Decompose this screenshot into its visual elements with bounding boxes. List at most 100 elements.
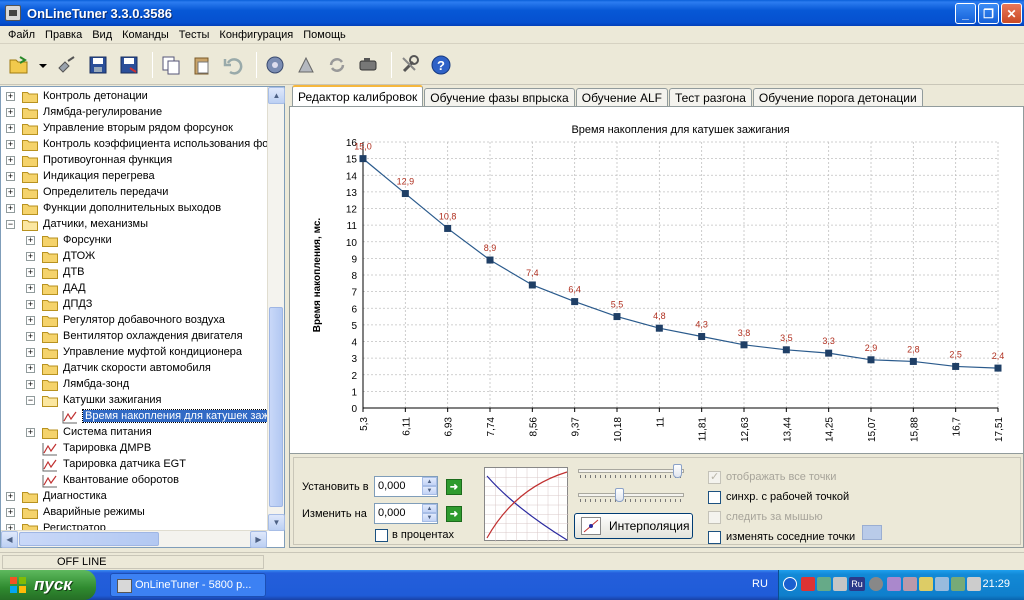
- minimize-button[interactable]: _: [955, 3, 976, 24]
- data-point[interactable]: [867, 356, 875, 364]
- open-icon[interactable]: [6, 52, 32, 78]
- interpolation-button[interactable]: Интерполяция: [574, 513, 693, 539]
- data-point[interactable]: [401, 190, 409, 198]
- data-point[interactable]: [909, 357, 917, 365]
- sync-checkbox[interactable]: [708, 491, 721, 504]
- connect-icon[interactable]: [54, 52, 80, 78]
- tab-alf-learning[interactable]: Обучение ALF: [575, 88, 668, 107]
- expand-icon[interactable]: +: [6, 188, 15, 197]
- tray-network-icon[interactable]: [817, 577, 831, 591]
- open-dropdown-icon[interactable]: [37, 52, 49, 78]
- expand-icon[interactable]: +: [6, 172, 15, 181]
- refresh-icon[interactable]: [324, 52, 350, 78]
- collapse-icon[interactable]: −: [26, 396, 35, 405]
- expand-icon[interactable]: +: [26, 236, 35, 245]
- data-point[interactable]: [740, 341, 748, 349]
- data-point[interactable]: [952, 362, 960, 370]
- expand-icon[interactable]: +: [26, 252, 35, 261]
- slider-smoothing[interactable]: [578, 464, 684, 480]
- start-button[interactable]: пуск: [0, 570, 96, 600]
- data-point[interactable]: [486, 256, 494, 264]
- scroll-left-icon[interactable]: ◀: [1, 531, 18, 548]
- tab-injection-phase[interactable]: Обучение фазы впрыска: [424, 88, 575, 107]
- tray-misc-icon[interactable]: [967, 577, 981, 591]
- menu-help[interactable]: Помощь: [298, 29, 351, 41]
- tree-item[interactable]: + Контроль коэффициента использования фо: [1, 137, 267, 153]
- save-as-icon[interactable]: [116, 52, 142, 78]
- tree-item[interactable]: + ДАД: [1, 281, 267, 297]
- data-point[interactable]: [782, 346, 790, 354]
- tree-item[interactable]: + Индикация перегрева: [1, 169, 267, 185]
- tree-item[interactable]: + Противоугонная функция: [1, 153, 267, 169]
- menu-configuration[interactable]: Конфигурация: [214, 29, 298, 41]
- help-icon[interactable]: ?: [428, 52, 454, 78]
- apply-set-button[interactable]: ➜: [446, 479, 462, 495]
- tray-display-icon[interactable]: [935, 577, 949, 591]
- tray-pen-icon[interactable]: [919, 577, 933, 591]
- read-ecu-icon[interactable]: [262, 52, 288, 78]
- tray-antivirus-icon[interactable]: [801, 577, 815, 591]
- expand-icon[interactable]: +: [26, 428, 35, 437]
- show-all-points-checkbox[interactable]: [708, 470, 721, 484]
- save-icon[interactable]: [85, 52, 111, 78]
- spin-up-icon[interactable]: ▲: [422, 477, 437, 486]
- expand-icon[interactable]: +: [6, 204, 15, 213]
- undo-icon[interactable]: [220, 52, 246, 78]
- percent-checkbox[interactable]: [375, 529, 388, 542]
- tree-item[interactable]: + Аварийные режимы: [1, 505, 267, 521]
- tree-item[interactable]: − Датчики, механизмы: [1, 217, 267, 233]
- expand-icon[interactable]: +: [26, 300, 35, 309]
- data-point[interactable]: [613, 313, 621, 321]
- scroll-thumb[interactable]: [269, 307, 283, 507]
- expand-icon[interactable]: +: [6, 92, 15, 101]
- tree-item[interactable]: + Лямбда-зонд: [1, 377, 267, 393]
- tree-item[interactable]: + Диагностика: [1, 489, 267, 505]
- expand-icon[interactable]: +: [26, 316, 35, 325]
- tree-item[interactable]: + Вентилятор охлаждения двигателя: [1, 329, 267, 345]
- engine-icon[interactable]: [355, 52, 381, 78]
- tree-item[interactable]: + Датчик скорости автомобиля: [1, 361, 267, 377]
- menu-file[interactable]: Файл: [3, 29, 40, 41]
- expand-icon[interactable]: +: [26, 284, 35, 293]
- data-point[interactable]: [528, 281, 536, 289]
- expand-icon[interactable]: +: [6, 108, 15, 117]
- tree-item[interactable]: Тарировка датчика EGT: [1, 457, 267, 473]
- tree-item[interactable]: Квантование оборотов: [1, 473, 267, 489]
- expand-icon[interactable]: +: [6, 492, 15, 501]
- expand-icon[interactable]: +: [6, 156, 15, 165]
- tray-keyboard-icon[interactable]: Ru: [849, 577, 865, 591]
- neighbors-checkbox[interactable]: [708, 531, 721, 544]
- scroll-down-icon[interactable]: ▼: [268, 514, 285, 531]
- expand-icon[interactable]: +: [6, 124, 15, 133]
- scroll-right-icon[interactable]: ▶: [250, 531, 267, 548]
- maximize-button[interactable]: ❐: [978, 3, 999, 24]
- tree-horizontal-scrollbar[interactable]: ◀ ▶: [1, 530, 267, 548]
- copy-icon[interactable]: [158, 52, 184, 78]
- tree-item[interactable]: + Функции дополнительных выходов: [1, 201, 267, 217]
- settings-icon[interactable]: [397, 52, 423, 78]
- chart[interactable]: Время накопления для катушек зажигания 0 1…: [290, 107, 1023, 453]
- data-point[interactable]: [444, 224, 452, 232]
- data-point[interactable]: [571, 298, 579, 306]
- close-button[interactable]: ✕: [1001, 3, 1022, 24]
- data-point[interactable]: [655, 324, 663, 332]
- menu-edit[interactable]: Правка: [40, 29, 87, 41]
- change-by-field[interactable]: 0,000 ▲ ▼: [374, 503, 438, 524]
- color-swatch[interactable]: [862, 525, 882, 540]
- menu-tests[interactable]: Тесты: [174, 29, 215, 41]
- tab-knock-threshold[interactable]: Обучение порога детонации: [752, 88, 923, 107]
- write-ecu-icon[interactable]: [293, 52, 319, 78]
- tray-security-icon[interactable]: [951, 577, 965, 591]
- tree-item[interactable]: + ДТОЖ: [1, 249, 267, 265]
- data-point[interactable]: [994, 364, 1002, 372]
- expand-icon[interactable]: +: [6, 508, 15, 517]
- taskbar-app-button[interactable]: OnLineTuner - 5800 p...: [110, 573, 266, 597]
- tree-item[interactable]: + Управление муфтой кондиционера: [1, 345, 267, 361]
- expand-icon[interactable]: +: [6, 140, 15, 149]
- slider-thumb[interactable]: [614, 488, 624, 502]
- spin-up-icon[interactable]: ▲: [422, 504, 437, 513]
- set-to-field[interactable]: 0,000 ▲ ▼: [374, 476, 438, 497]
- tab-acceleration-test[interactable]: Тест разгона: [668, 88, 752, 107]
- data-point[interactable]: [698, 333, 706, 341]
- expand-icon[interactable]: +: [26, 380, 35, 389]
